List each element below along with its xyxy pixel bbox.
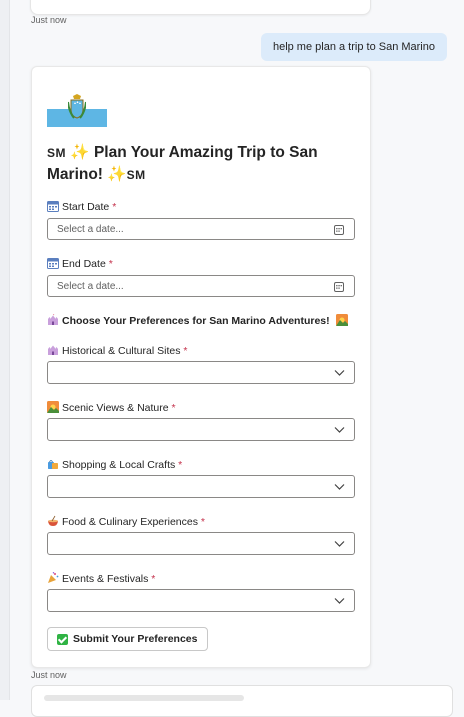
previous-message-card [30,0,371,15]
historical-sites-select[interactable] [47,361,355,384]
card-title: SM ✨ Plan Your Amazing Trip to San Marin… [47,142,347,186]
start-date-placeholder: Select a date... [57,224,124,235]
preferences-heading-text: Choose Your Preferences for San Marino A… [62,315,330,327]
calendar-icon [47,201,59,212]
coat-of-arms-icon [68,94,86,119]
start-date-label: Start Date * [47,200,116,213]
required-marker: * [112,201,117,213]
required-marker: * [183,345,188,357]
next-message-card [31,685,453,717]
sunrise-mountain-icon [47,401,59,413]
user-message-bubble: help me plan a trip to San Marino [260,33,447,61]
chevron-down-icon [334,427,345,433]
historical-sites-label: Historical & Cultural Sites * [47,344,187,357]
party-popper-icon [48,572,59,583]
chevron-down-icon [334,541,345,547]
sm-flag-text: SM [47,146,66,160]
submit-preferences-button[interactable]: Submit Your Preferences [47,627,208,651]
timestamp: Just now [31,670,67,680]
required-marker: * [171,402,176,414]
shopping-bags-icon [48,460,58,469]
food-experiences-label: Food & Culinary Experiences * [47,515,205,528]
trip-planner-card: SM ✨ Plan Your Amazing Trip to San Marin… [31,66,371,668]
chevron-down-icon [334,484,345,490]
food-experiences-select[interactable] [47,532,355,555]
shopping-crafts-label-text: Shopping & Local Crafts [62,459,176,471]
required-marker: * [108,258,113,270]
scenic-views-select[interactable] [47,418,355,441]
left-rail [0,0,10,700]
end-date-label: End Date * [47,257,113,270]
end-date-input[interactable]: Select a date... [47,275,355,297]
calendar-icon[interactable] [334,282,344,292]
start-date-label-text: Start Date [62,201,110,213]
san-marino-flag-image [47,90,107,127]
end-date-label-text: End Date [62,258,106,270]
scenic-views-label-text: Scenic Views & Nature [62,402,169,414]
required-marker: * [151,573,156,585]
sunrise-mountain-icon [335,314,348,326]
calendar-icon [47,258,59,269]
chevron-down-icon [334,370,345,376]
castle-icon [48,314,58,325]
calendar-icon[interactable] [334,225,344,235]
events-festivals-label-text: Events & Festivals [62,573,149,585]
castle-icon [48,345,58,355]
sm-flag-text: SM [126,168,146,182]
events-festivals-select[interactable] [47,589,355,612]
chevron-down-icon [334,598,345,604]
required-marker: * [178,459,183,471]
food-bowl-icon [48,515,58,526]
end-date-placeholder: Select a date... [57,281,124,292]
historical-sites-label-text: Historical & Cultural Sites [62,345,181,357]
timestamp: Just now [31,15,67,25]
required-marker: * [200,516,205,528]
shopping-crafts-label: Shopping & Local Crafts * [47,458,182,471]
submit-label: Submit Your Preferences [73,633,198,645]
sparkles-icon: ✨ [70,144,90,161]
food-experiences-label-text: Food & Culinary Experiences [62,516,198,528]
start-date-input[interactable]: Select a date... [47,218,355,240]
events-festivals-label: Events & Festivals * [47,572,155,585]
preferences-heading: Choose Your Preferences for San Marino A… [47,314,351,327]
shopping-crafts-select[interactable] [47,475,355,498]
sparkles-icon: ✨ [107,166,127,183]
scenic-views-label: Scenic Views & Nature * [47,401,176,414]
check-icon [57,633,68,645]
